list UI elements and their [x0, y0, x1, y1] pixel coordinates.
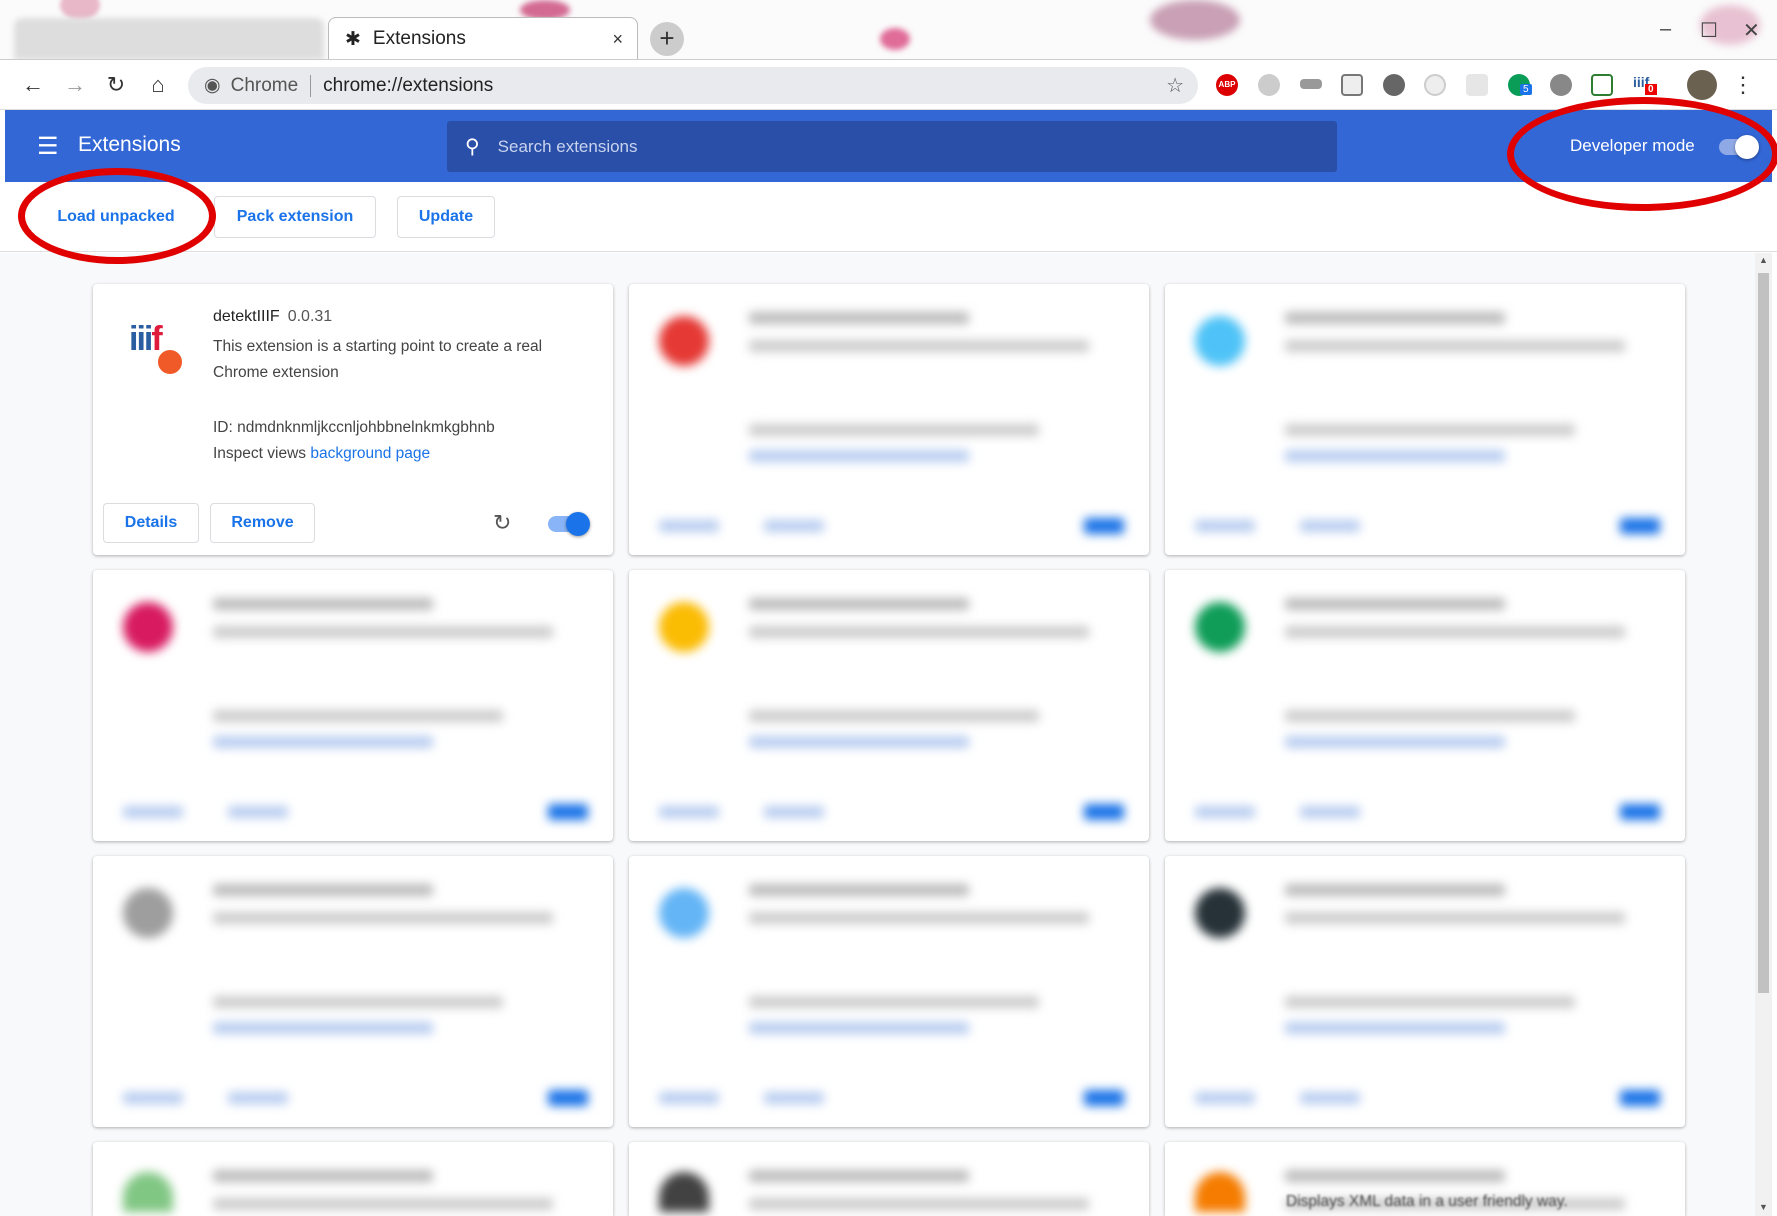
reload-icon[interactable]: ↻ [493, 510, 511, 536]
minimize-icon[interactable]: – [1660, 18, 1671, 41]
background-page-link[interactable]: background page [310, 445, 430, 462]
extension-icon[interactable] [1383, 74, 1405, 96]
badge: 5 [1520, 84, 1532, 95]
developer-mode-label: Developer mode [1570, 136, 1695, 155]
maximize-icon[interactable]: ☐ [1700, 18, 1718, 43]
star-icon[interactable]: ☆ [1166, 73, 1184, 98]
image-icon[interactable] [1341, 74, 1363, 96]
scroll-down-icon[interactable]: ▼ [1759, 1202, 1768, 1212]
extension-card [1165, 856, 1685, 1127]
extension-logo [123, 602, 173, 652]
menu-icon[interactable]: ☰ [37, 132, 59, 161]
extension-logo [659, 316, 709, 366]
url-text: chrome://extensions [323, 74, 494, 96]
chrome-icon: ◉ [204, 75, 221, 96]
extension-card [629, 856, 1149, 1127]
extension-name: detektIIIF 0.0.31 [213, 308, 333, 325]
extension-card [629, 570, 1149, 841]
extension-card [93, 570, 613, 841]
pack-extension-button[interactable]: Pack extension [214, 196, 376, 238]
tab-title: Extensions [372, 28, 466, 49]
details-button[interactable]: Details [103, 503, 199, 543]
extension-logo [123, 1172, 173, 1212]
browser-toolbar: ← → ↻ ⌂ ◉ Chrome chrome://extensions ☆ A… [0, 60, 1777, 110]
new-tab-button[interactable]: + [650, 22, 684, 56]
search-icon: ⚲ [465, 136, 480, 158]
extension-card [629, 284, 1149, 555]
extension-icon[interactable] [1424, 74, 1446, 96]
extension-card-detektiiif: iiif detektIIIF 0.0.31 This extension is … [93, 284, 613, 555]
page-title: Extensions [78, 133, 181, 156]
more-icon[interactable]: ⋮ [1730, 72, 1756, 98]
extension-card [1165, 570, 1685, 841]
check-icon[interactable] [1550, 74, 1572, 96]
extension-card [93, 1142, 613, 1216]
theme-decoration [1150, 0, 1240, 40]
scrollbar[interactable]: ▲ ▼ [1755, 253, 1772, 1216]
extension-icon[interactable] [1258, 74, 1280, 96]
developer-actions-bar: Load unpacked Pack extension Update [0, 182, 1777, 252]
extension-logo [659, 1172, 709, 1212]
extension-card [629, 1142, 1149, 1216]
reload-icon[interactable]: ↻ [103, 72, 129, 98]
extension-logo [1195, 316, 1245, 366]
extension-card [1165, 284, 1685, 555]
partial-description: Displays XML data in a user friendly way… [1286, 1193, 1568, 1210]
extension-card [93, 856, 613, 1127]
extension-icon[interactable]: 5 [1508, 74, 1532, 96]
extensions-header: ☰ Extensions ⚲ Search extensions Develop… [5, 110, 1772, 182]
extension-version: 0.0.31 [287, 308, 333, 325]
extension-logo [659, 888, 709, 938]
scroll-up-icon[interactable]: ▲ [1759, 255, 1768, 265]
close-tab-icon[interactable]: × [612, 29, 623, 50]
puzzle-icon: ✱ [345, 28, 361, 50]
screenshot-icon[interactable] [1591, 74, 1613, 96]
extension-logo [1195, 602, 1245, 652]
theme-decoration [880, 28, 910, 50]
home-icon[interactable]: ⌂ [145, 72, 171, 98]
extension-logo [659, 602, 709, 652]
camera-icon [156, 348, 184, 376]
update-button[interactable]: Update [397, 196, 495, 238]
enable-toggle[interactable] [548, 512, 590, 536]
theme-decoration [60, 0, 100, 20]
developer-mode-toggle[interactable] [1719, 135, 1759, 159]
search-input[interactable]: ⚲ Search extensions [447, 121, 1337, 172]
back-icon[interactable]: ← [20, 72, 46, 98]
remove-button[interactable]: Remove [210, 503, 315, 543]
tab-extensions[interactable]: ✱ Extensions × [328, 17, 638, 59]
tab-strip: ✱ Extensions × + – ☐ ✕ [0, 0, 1777, 60]
site-label: Chrome [230, 74, 299, 96]
extension-description: This extension is a starting point to cr… [213, 338, 543, 381]
inspect-views: Inspect views background page [213, 445, 431, 462]
extension-logo [123, 888, 173, 938]
abp-icon[interactable]: ABP [1216, 74, 1238, 96]
address-bar[interactable]: ◉ Chrome chrome://extensions ☆ [188, 67, 1198, 104]
tab-other[interactable] [14, 18, 324, 59]
extension-logo [1195, 888, 1245, 938]
close-window-icon[interactable]: ✕ [1743, 18, 1760, 43]
extension-logo [1195, 1172, 1245, 1212]
load-unpacked-button[interactable]: Load unpacked [28, 196, 204, 238]
scrollbar-thumb[interactable] [1758, 273, 1769, 993]
react-icon[interactable] [1466, 74, 1488, 96]
search-placeholder: Search extensions [497, 136, 638, 156]
badge: 0 [1645, 84, 1657, 95]
forward-icon[interactable]: → [62, 72, 88, 98]
extension-logo: iiif [129, 320, 163, 358]
extension-id: ID: ndmdnknmljkccnljohbbnelnkmkgbhnb [213, 419, 495, 436]
xml-icon[interactable] [1300, 79, 1322, 89]
profile-avatar[interactable] [1687, 70, 1717, 100]
iiif-icon[interactable]: iiif 0 [1633, 74, 1657, 96]
extensions-list: iiif detektIIIF 0.0.31 This extension is … [0, 253, 1755, 1216]
